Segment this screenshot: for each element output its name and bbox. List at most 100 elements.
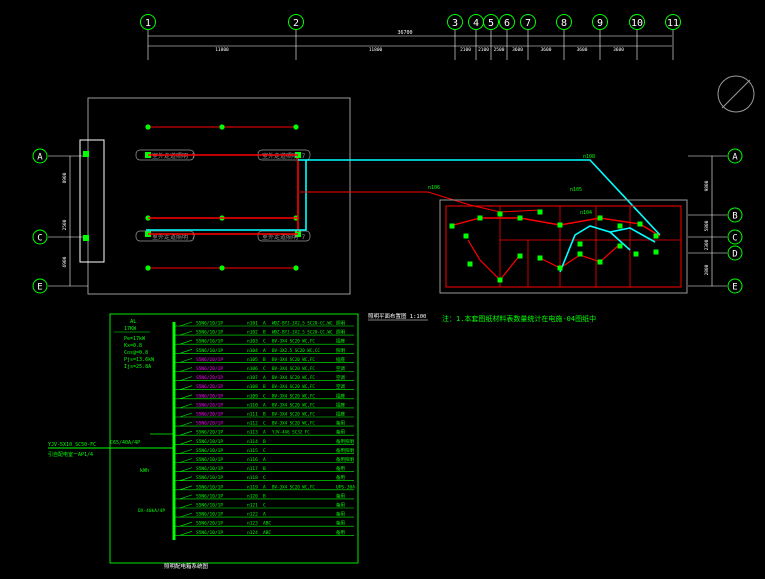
circuit-breaker: S5N6/10/1P — [196, 530, 223, 536]
panel-param: Pe=17kW — [124, 336, 146, 342]
circuit-number: n105 — [247, 357, 258, 363]
circuit-breaker: S5N6/10/1P — [196, 484, 223, 490]
circuit-breaker: S5N6/20/1P — [196, 402, 223, 408]
office-device-icon — [637, 221, 643, 227]
circuit-breaker: S5N6/10/1P — [196, 493, 223, 499]
circuit-use: UPS-30A — [336, 484, 355, 490]
light-fixture-icon — [293, 265, 299, 271]
circuit-phase: B — [263, 493, 266, 499]
circuit-use: 插座 — [336, 338, 345, 345]
circuit-phase: A — [263, 402, 266, 408]
panel-param: Kx=0.8 — [124, 343, 142, 349]
dim-top-label: 3600 — [512, 47, 523, 53]
office-device-icon — [617, 223, 623, 229]
design-note: 注：1.本套图纸材料表数量统计在电施-04图纸中 — [442, 314, 596, 323]
circuit-phase: B — [263, 412, 266, 418]
circuit-use: 备用 — [336, 420, 345, 427]
dim-top-label: 2100 — [478, 47, 489, 53]
circuit-phase: B — [263, 384, 266, 390]
circuit-cable: YJV-4X6 SC32 FC — [272, 430, 310, 435]
circuit-phase: ABC — [263, 530, 271, 536]
circuit-use: 备用 — [336, 429, 345, 436]
office-device-icon — [467, 261, 473, 267]
axis-label-left: A — [37, 153, 43, 163]
axis-label-top: 7 — [525, 18, 531, 29]
panel-param: Pjs=13.6kW — [124, 357, 155, 363]
meter-label: kWh — [140, 468, 149, 474]
office-device-icon — [577, 241, 583, 247]
circuit-number: n121 — [247, 503, 258, 509]
circuit-use: 照明 — [336, 321, 345, 327]
circuit-cable: BV-3X4 SC20 WC,FC — [272, 393, 315, 398]
office-device-icon — [597, 259, 603, 265]
panel-rating: 17KW — [124, 326, 137, 332]
axis-label-top: 9 — [597, 18, 603, 29]
dim-top-label: 2100 — [460, 47, 471, 53]
axis-label-left: E — [37, 283, 42, 293]
axis-label-right: D — [732, 250, 737, 260]
circuit-breaker: S5N6/20/1P — [196, 521, 223, 527]
office-device-icon — [597, 215, 603, 221]
plan-title: 照明平面布置图 1:100 — [368, 312, 426, 320]
circuit-breaker: S5N6/16/1P — [196, 339, 223, 345]
circuit-phase: B — [263, 439, 266, 445]
circuit-use: 备用 — [336, 502, 345, 509]
circuit-number: n123 — [247, 521, 258, 527]
circuit-breaker: S5N6/20/1P — [196, 421, 223, 427]
office-device-icon — [653, 249, 659, 255]
circuit-breaker: S5N6/10/1P — [196, 512, 223, 518]
switch-box-icon — [83, 151, 89, 157]
circuit-use: 备用 — [336, 529, 345, 536]
circuit-breaker: S5N6/10/1P — [196, 457, 223, 463]
office-device-icon — [477, 215, 483, 221]
route-label-d: n104 — [580, 210, 592, 216]
circuit-number: n104 — [247, 348, 258, 354]
circuit-phase: A — [263, 512, 266, 518]
circuit-cable: BV-3X4 SC20 WC,FC — [272, 366, 315, 371]
circuit-phase: C — [263, 339, 266, 345]
circuit-use: 插座 — [336, 401, 345, 408]
circuit-number: n102 — [247, 330, 258, 336]
office-device-icon — [577, 251, 583, 257]
corridor-tag-left-upper: 室外走道照明 7 — [152, 152, 196, 160]
circuit-phase: A — [263, 430, 266, 436]
office-device-icon — [633, 251, 639, 257]
office-device-icon — [517, 253, 523, 259]
circuit-number: n109 — [247, 393, 258, 399]
dim-top-label: 3600 — [541, 47, 552, 53]
circuit-phase: B — [263, 330, 266, 336]
circuit-phase: A — [263, 457, 266, 463]
axis-label-left: C — [37, 234, 42, 244]
cad-drawing-canvas: 1 2 3 4 5 6 7 8 9 10 11 36700 11800 11800 2100 2100 25… — [0, 0, 765, 579]
circuit-breaker: S5N6/10/1P — [196, 348, 223, 354]
light-fixture-icon — [145, 265, 151, 271]
dim-total-label: 36700 — [397, 30, 412, 36]
circuit-use: 备用 — [336, 520, 345, 527]
circuit-number: n115 — [247, 448, 258, 454]
dim-top-label: 3600 — [613, 47, 624, 53]
dim-right-label: 2800 — [704, 264, 710, 275]
circuit-cable: BV-3X4 SC20 WC,FC — [272, 412, 315, 417]
dim-top-label: 2500 — [494, 47, 505, 53]
dim-left-label: 6900 — [62, 256, 68, 267]
dim-top-label: 11800 — [369, 47, 383, 53]
circuit-number: n117 — [247, 466, 258, 472]
circuit-number: n107 — [247, 375, 258, 381]
circuit-phase: B — [263, 357, 266, 363]
panel-param: Ijs=25.8A — [124, 364, 151, 370]
dim-top-label: 3600 — [577, 47, 588, 53]
circuit-phase: C — [263, 393, 266, 399]
circuit-cable: WDZ-BYJ-3X2.5 SC20-CC,WC — [272, 330, 333, 335]
circuit-cable: BV-3X4 SC20 WC,FC — [272, 375, 315, 380]
circuit-phase: C — [263, 421, 266, 427]
circuit-number: n110 — [247, 402, 258, 408]
office-device-icon — [463, 233, 469, 239]
circuit-phase: A — [263, 484, 266, 490]
circuit-use: 插座 — [336, 392, 345, 399]
light-fixture-icon — [219, 124, 225, 130]
circuit-breaker: S5N6/20/1P — [196, 393, 223, 399]
circuit-use: 空调 — [336, 383, 345, 390]
circuit-breaker: S5N6/20/1P — [196, 357, 223, 363]
circuit-phase: A — [263, 375, 266, 381]
circuit-phase: A — [263, 321, 266, 327]
